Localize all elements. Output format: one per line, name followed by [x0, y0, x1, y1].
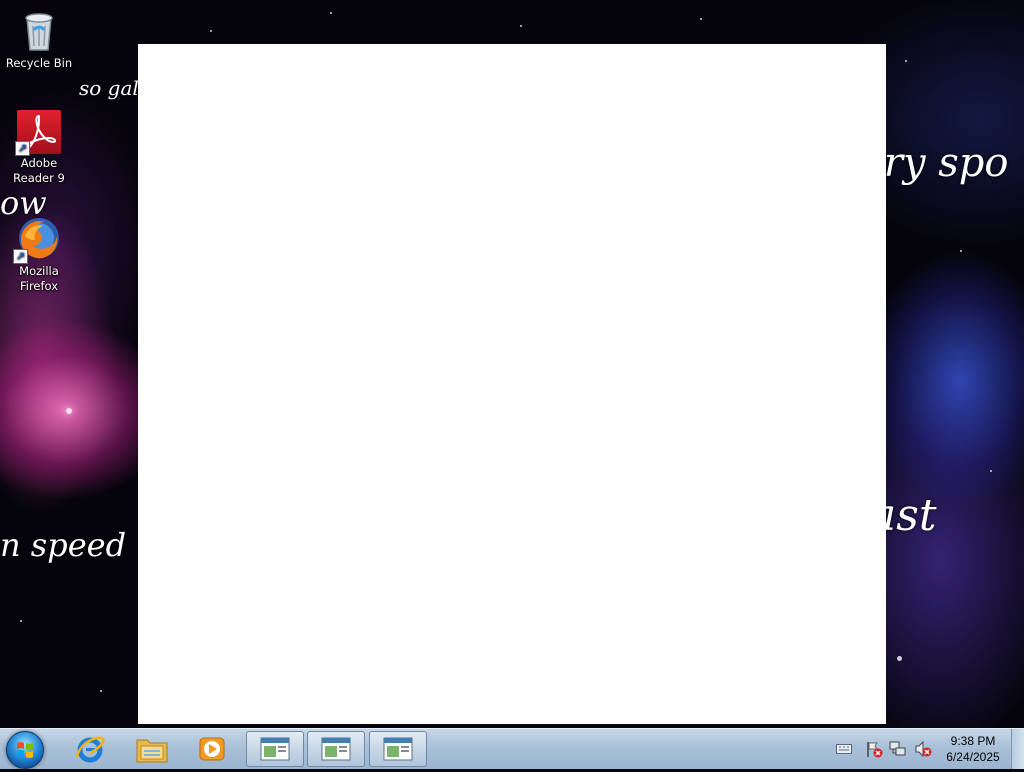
desktop-icon-recycle-bin[interactable]: Recycle Bin [0, 6, 78, 71]
window-app-icon [260, 737, 290, 761]
desktop-icon-label: Adobe Reader 9 [13, 156, 65, 185]
shortcut-arrow-icon: ↗ [13, 249, 28, 264]
tray-action-center[interactable] [864, 729, 884, 769]
windows-explorer-icon [136, 739, 168, 763]
shortcut-arrow-icon: ↗ [15, 141, 30, 156]
pinned-media-player[interactable] [184, 731, 240, 767]
blank-application-window[interactable] [138, 44, 886, 724]
tray-keyboard[interactable] [834, 729, 854, 769]
clock-date: 6/24/2025 [946, 750, 1000, 764]
taskbar-window-button-3[interactable] [369, 731, 427, 767]
system-clock[interactable]: 9:38 PM 6/24/2025 [940, 733, 1006, 765]
keyboard-icon [836, 744, 852, 754]
pinned-internet-explorer[interactable] [62, 731, 118, 767]
tray-network[interactable] [888, 729, 908, 769]
network-icon [889, 741, 906, 756]
windows-logo-icon [17, 742, 33, 758]
taskbar-window-button-2[interactable] [307, 731, 365, 767]
desktop-icon-firefox[interactable]: ↗ Mozilla Firefox [0, 214, 78, 294]
window-app-icon [383, 737, 413, 761]
recycle-bin-icon [15, 6, 63, 54]
desktop-icon-adobe-reader[interactable]: ↗ Adobe Reader 9 [0, 110, 78, 186]
show-desktop-button[interactable] [1011, 729, 1024, 769]
desktop-icon-label: Mozilla Firefox [19, 264, 59, 293]
media-player-icon [199, 737, 225, 761]
wallpaper-text-3: n speed [0, 526, 127, 564]
tray-volume[interactable] [912, 729, 934, 769]
firefox-icon: ↗ [13, 214, 63, 264]
adobe-reader-icon: ↗ [15, 110, 61, 156]
internet-explorer-icon [75, 736, 105, 763]
action-center-flag-icon [867, 742, 883, 758]
start-button[interactable] [6, 731, 44, 769]
taskbar: 9:38 PM 6/24/2025 [0, 728, 1024, 769]
clock-time: 9:38 PM [950, 734, 996, 748]
volume-muted-icon [915, 740, 932, 758]
taskbar-window-button-1[interactable] [246, 731, 304, 767]
window-app-icon [321, 737, 351, 761]
pinned-windows-explorer[interactable] [124, 731, 180, 767]
desktop-icon-label: Recycle Bin [5, 56, 73, 70]
